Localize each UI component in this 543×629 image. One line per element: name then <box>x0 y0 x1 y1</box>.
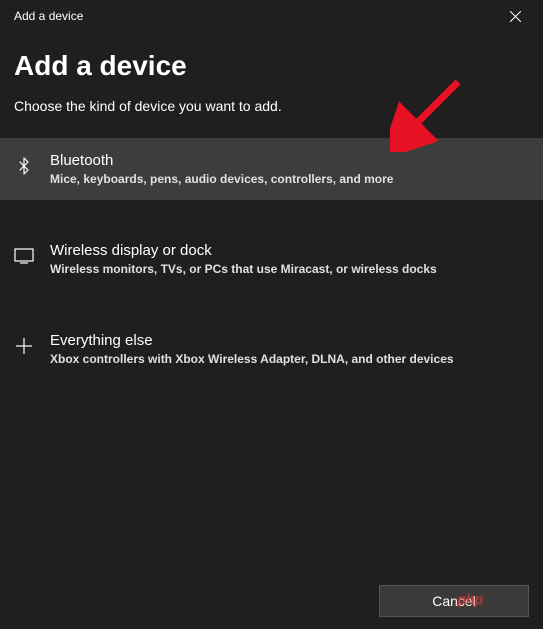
option-title: Everything else <box>50 332 454 349</box>
titlebar: Add a device <box>0 0 543 32</box>
option-text: Bluetooth Mice, keyboards, pens, audio d… <box>50 152 393 186</box>
close-icon <box>510 11 521 22</box>
option-desc: Xbox controllers with Xbox Wireless Adap… <box>50 352 454 366</box>
option-text: Wireless display or dock Wireless monito… <box>50 242 437 276</box>
option-desc: Wireless monitors, TVs, or PCs that use … <box>50 262 437 276</box>
option-title: Wireless display or dock <box>50 242 437 259</box>
content: Add a device Choose the kind of device y… <box>0 32 543 380</box>
display-icon <box>14 246 34 266</box>
option-bluetooth[interactable]: Bluetooth Mice, keyboards, pens, audio d… <box>0 138 543 200</box>
plus-icon <box>14 336 34 356</box>
page-subtitle: Choose the kind of device you want to ad… <box>14 98 529 114</box>
window-title: Add a device <box>14 9 83 23</box>
footer: Cancel <box>379 585 529 617</box>
option-everything-else[interactable]: Everything else Xbox controllers with Xb… <box>0 318 543 380</box>
close-button[interactable] <box>501 2 529 30</box>
option-title: Bluetooth <box>50 152 393 169</box>
option-text: Everything else Xbox controllers with Xb… <box>50 332 454 366</box>
option-desc: Mice, keyboards, pens, audio devices, co… <box>50 172 393 186</box>
option-wireless-display[interactable]: Wireless display or dock Wireless monito… <box>0 228 543 290</box>
bluetooth-icon <box>14 156 34 176</box>
cancel-button[interactable]: Cancel <box>379 585 529 617</box>
page-title: Add a device <box>14 50 529 82</box>
